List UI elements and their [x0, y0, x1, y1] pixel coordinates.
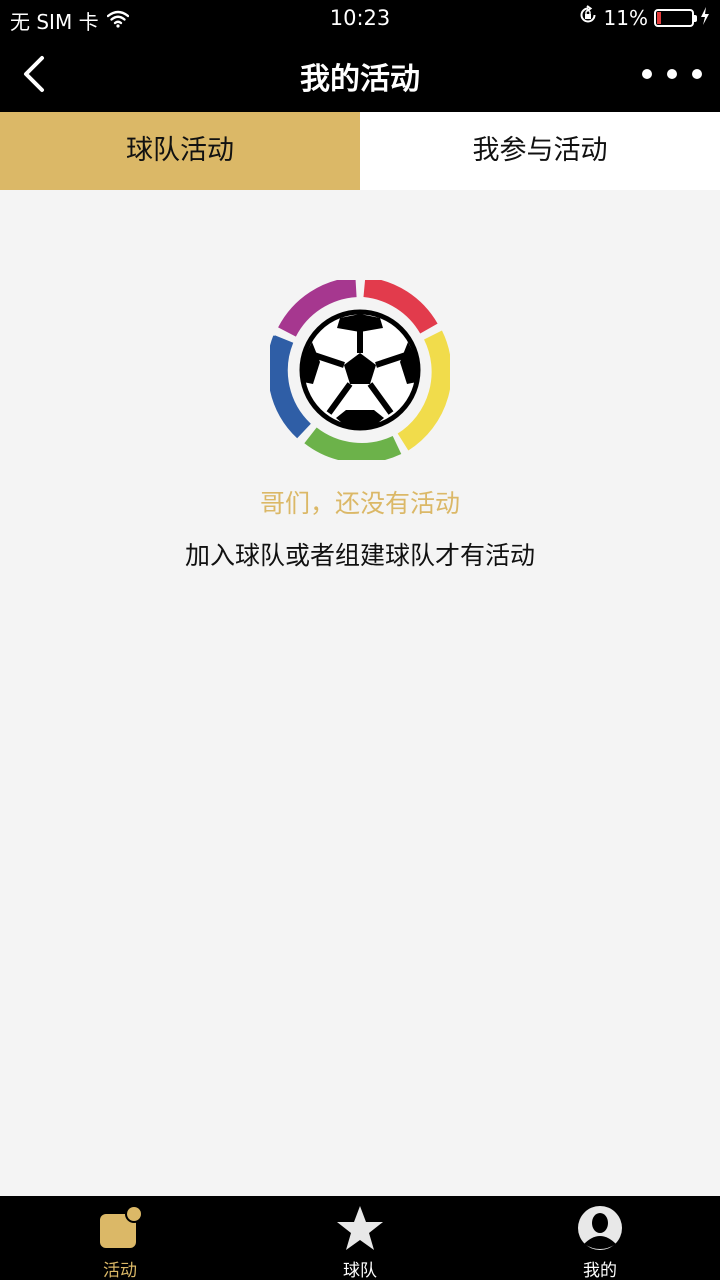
more-dot-icon: [642, 69, 652, 79]
activity-icon: [0, 1204, 240, 1252]
more-dot-icon: [692, 69, 702, 79]
bottom-tab-activity[interactable]: 活动: [0, 1196, 240, 1280]
page-title: 我的活动: [300, 62, 420, 97]
status-bar: 无 SIM 卡 10:23 11%: [0, 0, 720, 36]
tab-my-participated-activities[interactable]: 我参与活动: [360, 112, 720, 190]
empty-state-title: 哥们，还没有活动: [259, 489, 460, 518]
rotation-lock-icon: [578, 5, 598, 30]
more-dot-icon: [667, 69, 677, 79]
soccer-ball-logo-icon: [266, 277, 452, 463]
bottom-tab-mine[interactable]: 我的: [480, 1196, 720, 1280]
battery-icon: [654, 8, 697, 27]
nav-bar: 我的活动: [0, 36, 720, 112]
star-icon: [240, 1204, 480, 1252]
screen: 无 SIM 卡 10:23 11% 我的活动 球队活动 我参与活动 哥们，还没有…: [0, 0, 720, 1280]
charging-icon: [700, 6, 710, 30]
empty-state-subtitle: 加入球队或者组建球队才有活动: [184, 541, 535, 570]
bottom-tab-bar: 活动 球队 我的: [0, 1196, 720, 1280]
user-avatar-icon: [480, 1204, 720, 1252]
bottom-tab-label: 球队: [343, 1261, 377, 1280]
bottom-tab-label: 活动: [103, 1261, 137, 1280]
bottom-tab-label: 我的: [583, 1261, 617, 1280]
status-right: 11%: [578, 5, 710, 30]
activity-tabs: 球队活动 我参与活动: [0, 112, 720, 190]
more-options-button[interactable]: [642, 60, 702, 88]
battery-level-fill: [657, 11, 661, 24]
bottom-tab-team[interactable]: 球队: [240, 1196, 480, 1280]
battery-percent: 11%: [603, 5, 648, 30]
tab-team-activities[interactable]: 球队活动: [0, 112, 360, 190]
